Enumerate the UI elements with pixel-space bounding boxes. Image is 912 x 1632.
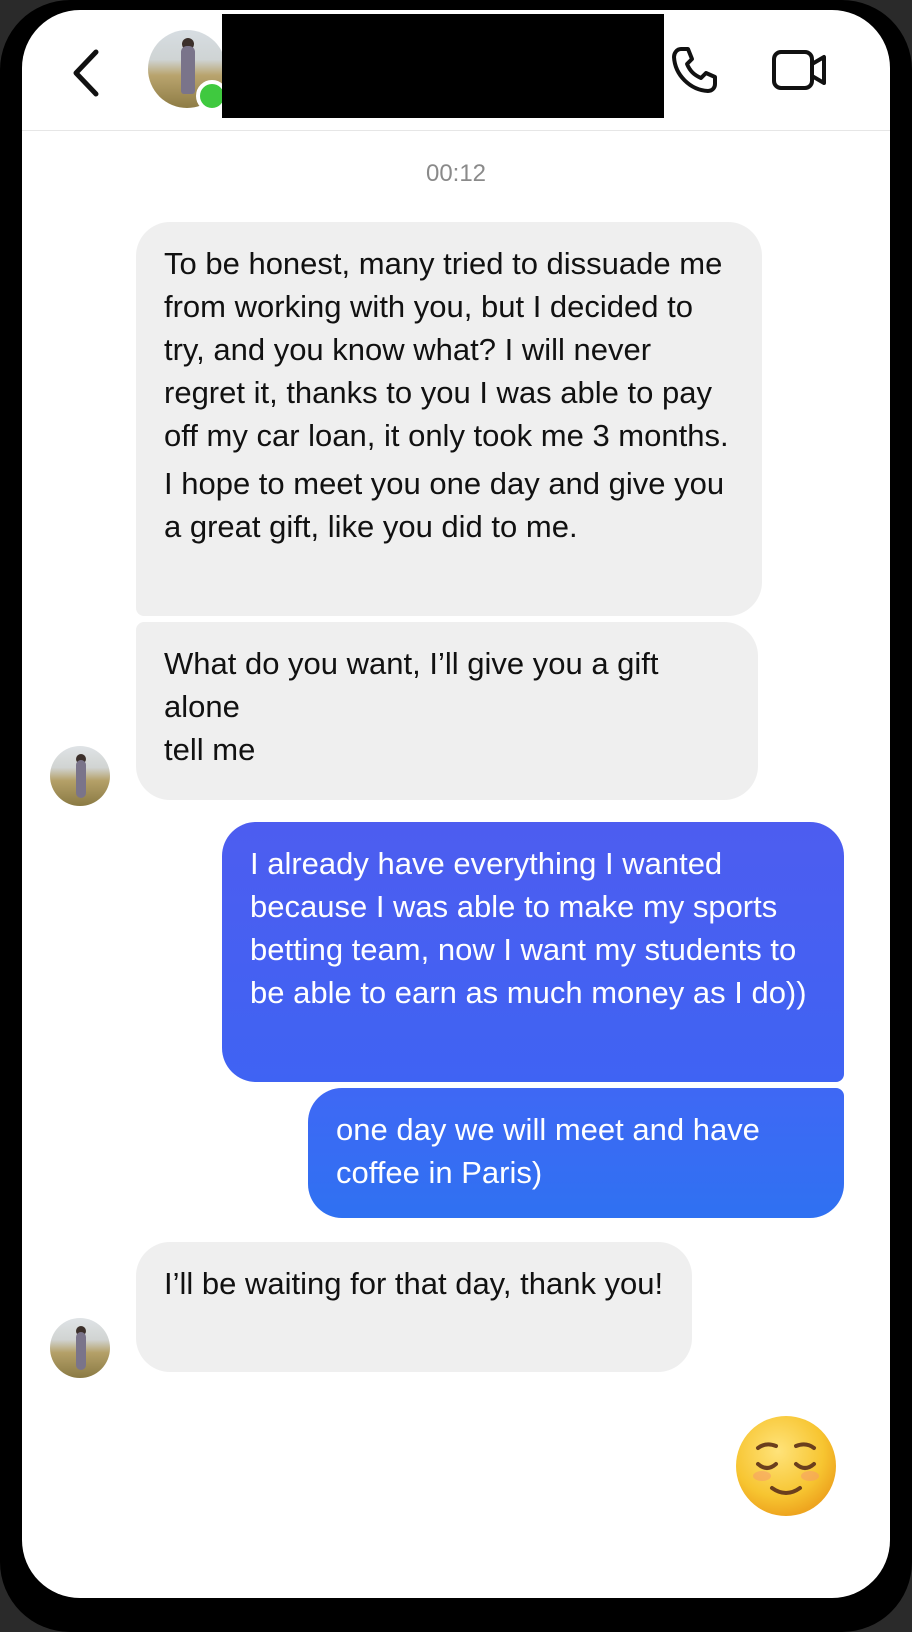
message-text: one day we will meet and have coffee in … (336, 1112, 760, 1190)
phone-icon[interactable] (668, 44, 720, 96)
relieved-face-emoji-icon[interactable] (734, 1414, 838, 1518)
incoming-message-bubble[interactable]: To be honest, many tried to dissuade me … (136, 222, 762, 616)
chevron-left-icon[interactable] (68, 46, 104, 100)
avatar-photo-figure (181, 46, 195, 94)
incoming-message-bubble[interactable]: I’ll be waiting for that day, thank you! (136, 1242, 692, 1372)
outgoing-message-bubble[interactable]: one day we will meet and have coffee in … (308, 1088, 844, 1218)
message-text: What do you want, I’ll give you a gift a… (164, 646, 659, 724)
avatar-photo-figure (76, 1332, 86, 1370)
contact-message-avatar[interactable] (50, 1318, 110, 1378)
message-timestamp: 00:12 (425, 160, 487, 187)
message-text: I already have everything I wanted becau… (250, 846, 807, 1010)
message-text: To be honest, many tried to dissuade me … (164, 246, 729, 453)
chat-header (22, 10, 890, 131)
video-camera-icon[interactable] (770, 46, 828, 94)
outgoing-message-bubble[interactable]: I already have everything I wanted becau… (222, 822, 844, 1082)
message-text: tell me (164, 732, 256, 767)
incoming-message-bubble[interactable]: What do you want, I’ll give you a gift a… (136, 622, 758, 800)
phone-frame: 00:12 To be honest, many tried to dissua… (0, 0, 912, 1632)
chat-screen: 00:12 To be honest, many tried to dissua… (22, 10, 890, 1598)
message-text: I hope to meet you one day and give you … (164, 466, 725, 544)
message-text: I’ll be waiting for that day, thank you! (164, 1266, 664, 1301)
contact-message-avatar[interactable] (50, 746, 110, 806)
redacted-contact-name (222, 14, 664, 118)
avatar-photo-figure (76, 760, 86, 798)
